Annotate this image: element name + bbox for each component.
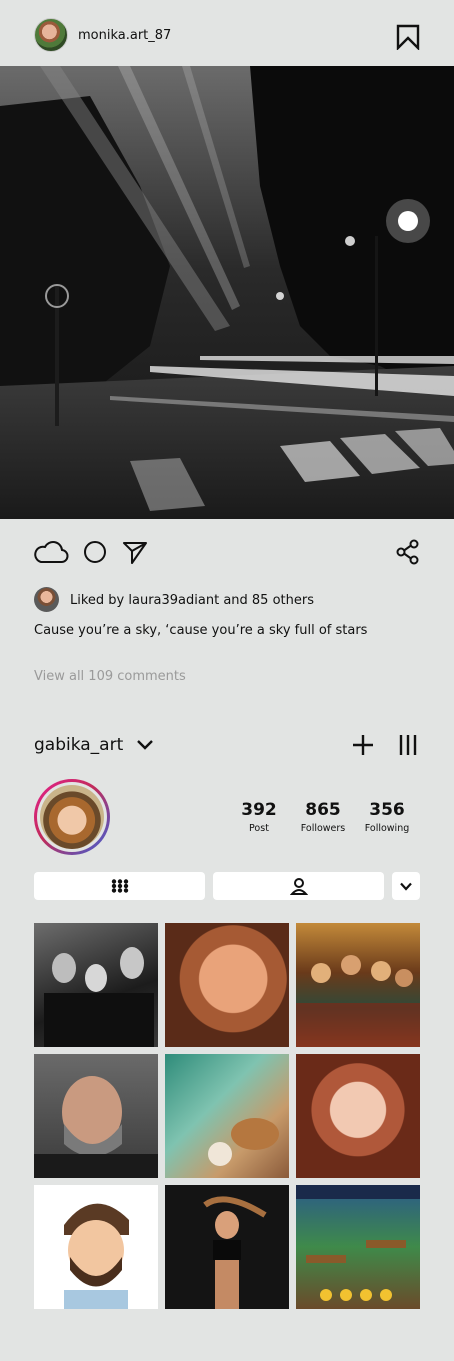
liked-by-text[interactable]: Liked by laura39adiant and 85 others bbox=[70, 593, 314, 608]
liker-avatar[interactable] bbox=[34, 587, 59, 612]
profile-username[interactable]: gabika_art bbox=[34, 735, 123, 755]
followers-count[interactable]: 865 bbox=[288, 800, 358, 820]
cloud-like-icon[interactable] bbox=[33, 538, 69, 566]
tab-tagged[interactable] bbox=[213, 872, 384, 900]
grid-photo-cartoon-man[interactable] bbox=[34, 1185, 158, 1309]
following-count[interactable]: 356 bbox=[352, 800, 422, 820]
post-caption: Cause you’re a sky, ‘cause you’re a sky … bbox=[34, 623, 368, 638]
following-label[interactable]: Following bbox=[352, 823, 422, 834]
profile-avatar bbox=[40, 785, 104, 849]
tab-more-dropdown[interactable] bbox=[392, 872, 420, 900]
grid-icon bbox=[111, 879, 128, 893]
share-icon[interactable] bbox=[396, 538, 420, 566]
grid-photo-dancer[interactable] bbox=[165, 1185, 289, 1309]
send-icon[interactable] bbox=[122, 538, 148, 566]
grid-photo-portrait-glitter[interactable] bbox=[165, 923, 289, 1047]
comment-icon[interactable] bbox=[82, 538, 108, 566]
plus-icon[interactable] bbox=[352, 734, 374, 756]
grid-photo-group-costumes[interactable] bbox=[296, 923, 420, 1047]
chevron-down-icon[interactable] bbox=[136, 738, 154, 752]
tagged-icon bbox=[289, 878, 308, 895]
posts-count: 392 bbox=[241, 800, 277, 820]
posts-label: Post bbox=[249, 823, 269, 834]
grid-photo-selfie-man[interactable] bbox=[34, 1054, 158, 1178]
profile-story-ring[interactable] bbox=[34, 779, 110, 855]
post-author-username[interactable]: monika.art_87 bbox=[78, 28, 171, 43]
bookmark-icon[interactable] bbox=[396, 24, 420, 50]
night-street-photo bbox=[0, 66, 454, 519]
grid-photo-picnic[interactable] bbox=[165, 1054, 289, 1178]
menu-icon[interactable] bbox=[399, 734, 417, 756]
grid-photo-redhead[interactable] bbox=[296, 1054, 420, 1178]
tab-grid[interactable] bbox=[34, 872, 205, 900]
chevron-down-icon bbox=[400, 882, 412, 891]
view-comments-link[interactable]: View all 109 comments bbox=[34, 669, 186, 684]
followers-label[interactable]: Followers bbox=[288, 823, 358, 834]
post-image[interactable] bbox=[0, 66, 454, 519]
post-author-avatar[interactable] bbox=[34, 18, 68, 52]
grid-photo-game[interactable] bbox=[296, 1185, 420, 1309]
grid-photo-party[interactable] bbox=[34, 923, 158, 1047]
